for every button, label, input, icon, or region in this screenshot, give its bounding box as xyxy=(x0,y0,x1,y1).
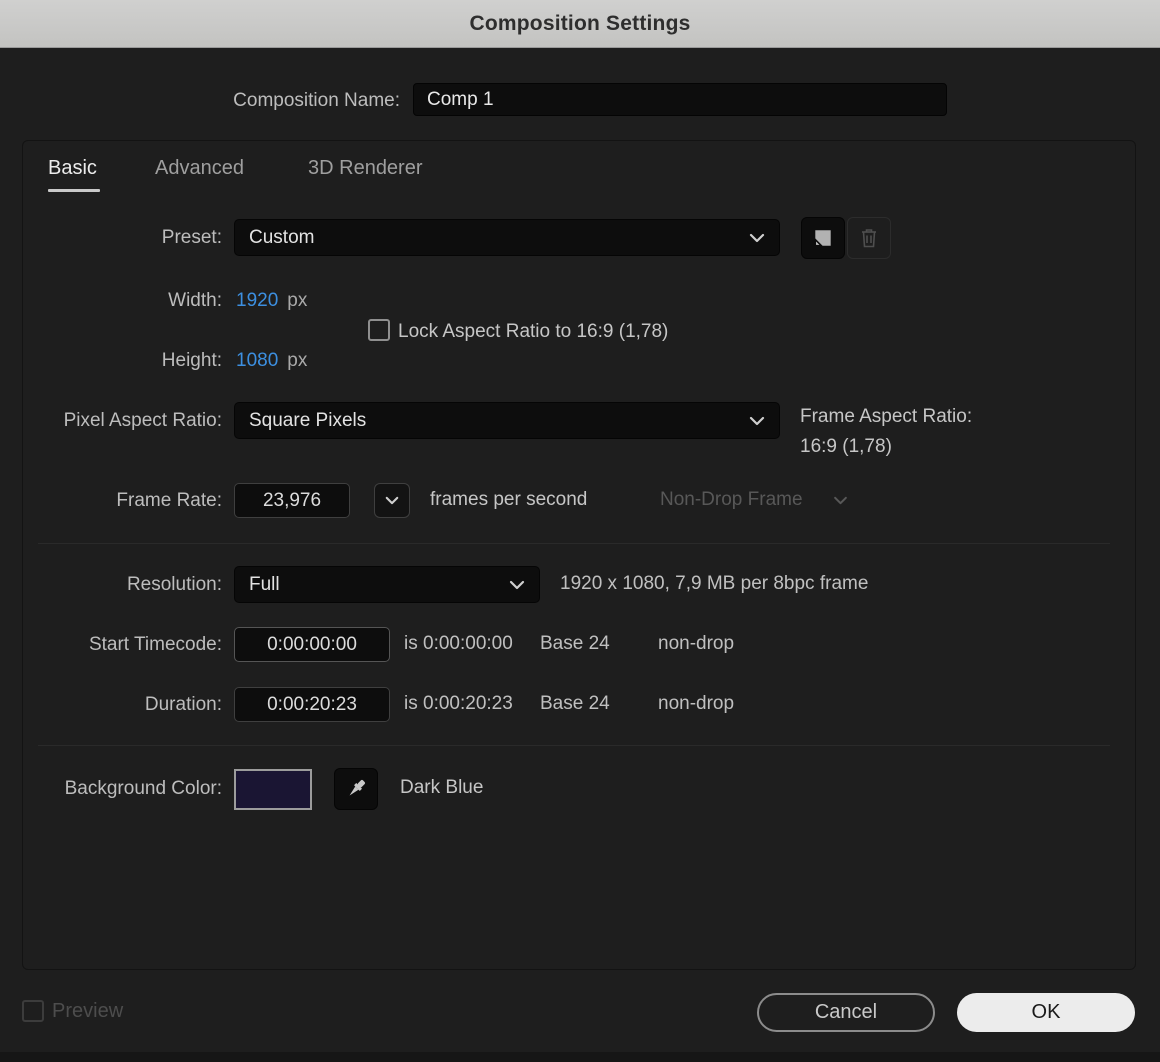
start-timecode-input[interactable] xyxy=(234,627,390,662)
resolution-info: 1920 x 1080, 7,9 MB per 8bpc frame xyxy=(560,573,869,594)
resolution-label: Resolution: xyxy=(126,574,222,595)
dialog-bottom-edge xyxy=(0,1052,1160,1062)
tab-basic[interactable]: Basic xyxy=(48,157,97,180)
tab-basic-underline xyxy=(48,189,100,192)
duration-input[interactable] xyxy=(234,687,390,722)
duration-drop: non-drop xyxy=(658,693,735,714)
frame-rate-unit: frames per second xyxy=(430,489,588,510)
eyedropper-icon xyxy=(344,777,368,801)
start-timecode-drop: non-drop xyxy=(658,633,735,654)
width-value[interactable]: 1920 xyxy=(236,290,278,312)
frame-rate-dropdown-button[interactable] xyxy=(374,483,410,518)
height-value[interactable]: 1080 xyxy=(236,350,278,372)
pixel-aspect-ratio-value: Square Pixels xyxy=(249,409,367,431)
cancel-button[interactable]: Cancel xyxy=(757,993,935,1032)
lock-aspect-ratio-checkbox[interactable] xyxy=(368,319,390,341)
resolution-dropdown[interactable]: Full xyxy=(234,566,540,603)
height-label: Height: xyxy=(161,350,222,371)
chevron-down-icon xyxy=(833,496,848,505)
frame-aspect-ratio-label: Frame Aspect Ratio: xyxy=(800,406,973,427)
start-timecode-label: Start Timecode: xyxy=(88,634,222,655)
divider xyxy=(38,543,1110,544)
duration-base: Base 24 xyxy=(540,693,610,714)
width-unit: px xyxy=(287,290,308,311)
preview-label: Preview xyxy=(52,1000,124,1022)
save-preset-button[interactable] xyxy=(801,217,845,259)
trash-icon xyxy=(859,227,879,249)
chevron-down-icon xyxy=(749,416,765,426)
preset-dropdown[interactable]: Custom xyxy=(234,219,780,256)
composition-settings-dialog: Composition Settings Composition Name: B… xyxy=(0,0,1160,1062)
chevron-down-icon xyxy=(749,233,765,243)
composition-name-input[interactable] xyxy=(413,83,947,116)
preview-checkbox xyxy=(22,1000,44,1022)
composition-name-label: Composition Name: xyxy=(233,90,400,111)
divider xyxy=(38,745,1110,746)
tab-advanced[interactable]: Advanced xyxy=(155,157,244,180)
start-timecode-is-text: is 0:00:00:00 xyxy=(404,633,513,654)
start-timecode-base: Base 24 xyxy=(540,633,610,654)
background-color-label: Background Color: xyxy=(64,778,222,799)
height-unit: px xyxy=(287,350,308,371)
settings-panel xyxy=(22,140,1136,970)
preset-label: Preset: xyxy=(161,227,222,248)
drop-frame-dropdown: Non-Drop Frame xyxy=(660,489,848,511)
duration-label: Duration: xyxy=(144,694,222,715)
resolution-value: Full xyxy=(249,573,280,595)
save-preset-icon xyxy=(812,227,834,249)
dialog-titlebar: Composition Settings xyxy=(0,0,1160,48)
duration-is-text: is 0:00:20:23 xyxy=(404,693,513,714)
frame-aspect-ratio-value: 16:9 (1,78) xyxy=(800,436,892,457)
chevron-down-icon xyxy=(509,580,525,590)
width-label: Width: xyxy=(168,290,222,311)
dialog-title: Composition Settings xyxy=(469,11,691,35)
preset-value: Custom xyxy=(249,226,315,248)
lock-aspect-ratio-label: Lock Aspect Ratio to 16:9 (1,78) xyxy=(398,321,669,342)
frame-rate-input[interactable] xyxy=(234,483,350,518)
frame-rate-label: Frame Rate: xyxy=(116,490,222,511)
chevron-down-icon xyxy=(385,496,399,505)
drop-frame-value: Non-Drop Frame xyxy=(660,489,803,510)
pixel-aspect-ratio-label: Pixel Aspect Ratio: xyxy=(63,410,222,431)
tab-3d-renderer[interactable]: 3D Renderer xyxy=(308,157,423,180)
delete-preset-button xyxy=(847,217,891,259)
background-color-name: Dark Blue xyxy=(400,777,484,798)
eyedropper-button[interactable] xyxy=(334,768,378,810)
background-color-swatch[interactable] xyxy=(234,769,312,810)
pixel-aspect-ratio-dropdown[interactable]: Square Pixels xyxy=(234,402,780,439)
ok-button[interactable]: OK xyxy=(957,993,1135,1032)
